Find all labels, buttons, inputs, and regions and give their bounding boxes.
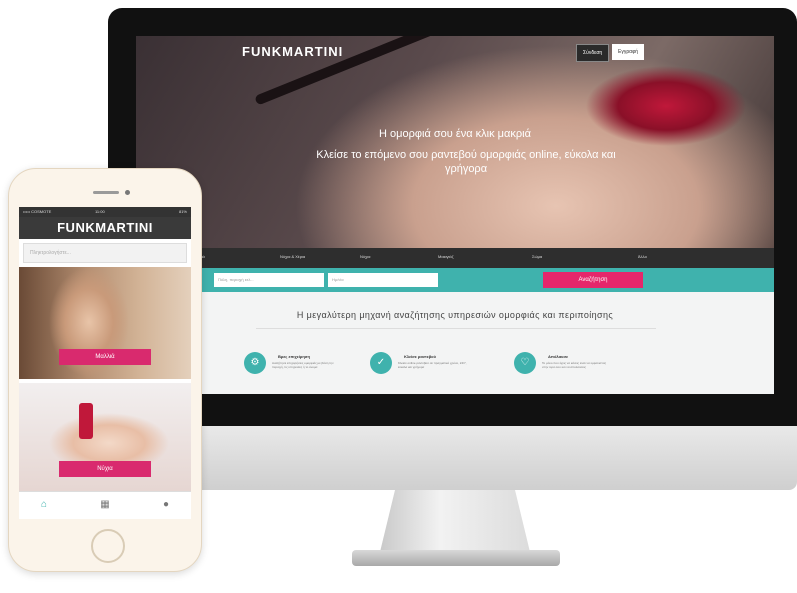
battery: 81% [178,209,187,214]
category-bar: Μαλλιά Νύχια & Χέρια Νύχια Μακιγιάζ Σώμα… [136,248,774,268]
category-card-nails[interactable]: Νύχια [19,383,191,491]
desktop-screen: FUNKMARTINI Σύνδεση Εγγραφή Η ομορφιά σο… [136,36,774,394]
feature-title: Βρες επιχείρηση [278,354,310,359]
card-label[interactable]: Νύχια [59,461,151,477]
date-input[interactable]: Ημ/νία [328,273,438,287]
home-icon[interactable]: ⌂ [37,498,51,512]
category-makeup[interactable]: Μακιγιάζ [438,254,454,259]
phone-home-button[interactable] [91,529,125,563]
divider [256,328,656,329]
calendar-icon[interactable]: ▦ [98,498,112,512]
feature-text: Κλείσε online ραντεβού σε πραγματικό χρό… [398,361,467,369]
heart-icon: ♡ [514,352,536,374]
feature-text: Αναζήτησε επιχειρήσεις ομορφιάς με βάση … [272,361,334,369]
hero-title: Η ομορφιά σου ένα κλικ μακριά [379,128,531,140]
desktop-logo[interactable]: FUNKMARTINI [242,44,343,59]
mobile-logo[interactable]: FUNKMARTINI [19,217,191,239]
category-body[interactable]: Σώμα [532,254,542,259]
mobile-phone: ••••• COSMOTE 11:00 81% FUNKMARTINI Πληκ… [8,168,202,572]
category-other[interactable]: Άλλο [638,254,647,259]
register-button[interactable]: Εγγραφή [612,44,645,60]
search-button[interactable]: Αναζήτηση [543,272,643,288]
monitor-chin [108,426,797,490]
phone-speaker [93,191,119,194]
hero-banner: FUNKMARTINI Σύνδεση Εγγραφή Η ομορφιά σο… [136,36,774,248]
user-icon[interactable]: ● [159,498,173,512]
mobile-tab-bar: ⌂ ▦ ● [19,491,191,519]
feature-text: Το μόνο που έχεις να κάνεις είναι να εμφ… [542,361,607,369]
location-input[interactable]: Πόλη, περιοχή κτλ... [214,273,324,287]
mobile-search-input[interactable]: Πληκτρολογήστε... [23,243,187,263]
login-button[interactable]: Σύνδεση [576,44,610,62]
desktop-monitor: FUNKMARTINI Σύνδεση Εγγραφή Η ομορφιά σο… [108,8,797,426]
monitor-base [352,550,560,566]
monitor-stand [380,490,530,552]
status-bar: ••••• COSMOTE 11:00 81% [19,207,191,217]
carrier: ••••• COSMOTE [23,209,52,214]
category-nails-hands[interactable]: Νύχια & Χέρια [280,254,305,259]
bike-icon: ⚙ [244,352,266,374]
search-bar: Πόλη, περιοχή κτλ... Ημ/νία Αναζήτηση [136,268,774,292]
phone-camera [125,190,130,195]
tagline: Η μεγαλύτερη μηχανή αναζήτησης υπηρεσιών… [296,310,614,320]
nail-polish-image [79,403,93,439]
status-time: 11:00 [95,209,105,214]
category-card-hair[interactable]: Μαλλιά [19,267,191,379]
feature-title: Απόλαυσε [548,354,568,359]
check-icon: ✓ [370,352,392,374]
feature-title: Κλείσε ραντεβού [404,354,436,359]
category-nails[interactable]: Νύχια [360,254,370,259]
mobile-screen: ••••• COSMOTE 11:00 81% FUNKMARTINI Πληκ… [19,207,191,519]
hero-subtitle: Κλείσε το επόμενο σου ραντεβού ομορφιάς … [316,149,616,175]
card-label[interactable]: Μαλλιά [59,349,151,365]
